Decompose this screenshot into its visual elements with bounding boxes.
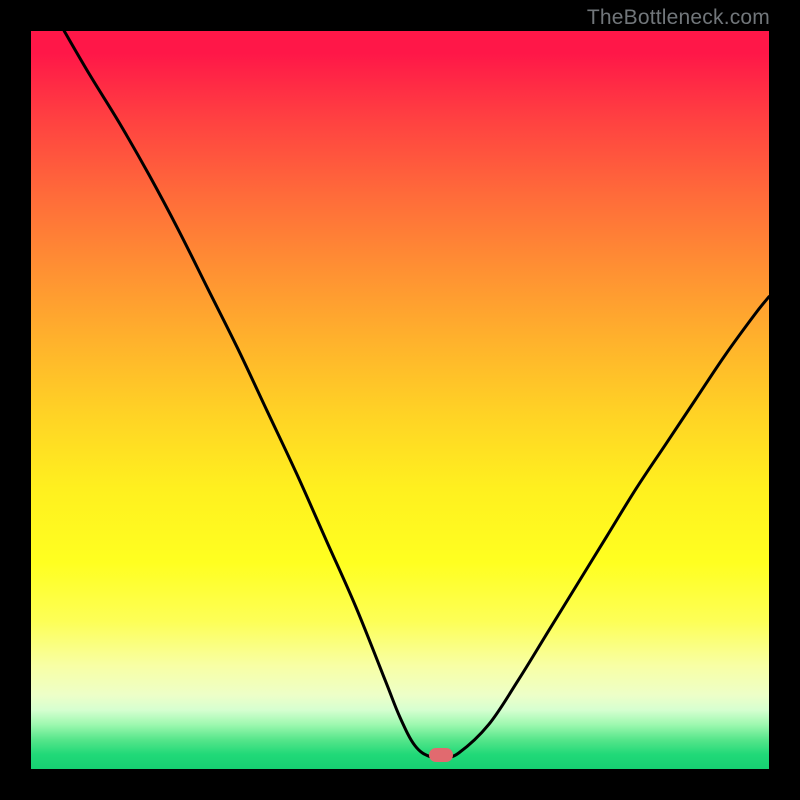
plot-area: [31, 31, 769, 769]
chart-frame: TheBottleneck.com: [0, 0, 800, 800]
watermark-text: TheBottleneck.com: [587, 6, 770, 30]
bottleneck-curve: [31, 31, 769, 769]
optimal-marker: [429, 748, 453, 762]
